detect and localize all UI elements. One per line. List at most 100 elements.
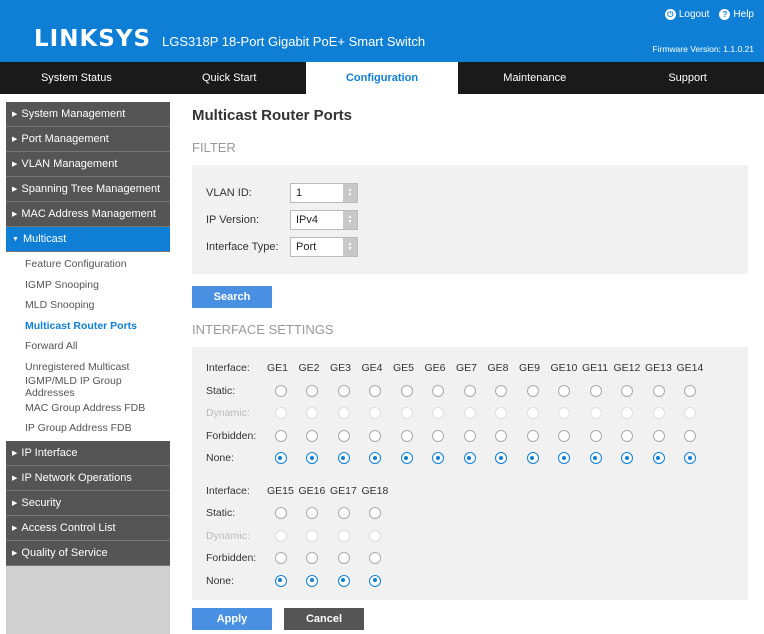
forbidden-radio[interactable] [400,429,413,442]
static-radio[interactable] [369,507,382,520]
tab-support[interactable]: Support [611,62,764,94]
submenu-mac-group-fdb[interactable]: MAC Group Address FDB [6,398,170,419]
forbidden-radio[interactable] [589,429,602,442]
static-radio[interactable] [337,507,350,520]
none-radio[interactable] [495,452,508,465]
none-radio[interactable] [621,452,634,465]
sidebar-item-port-management[interactable]: ▶ Port Management [6,127,170,152]
port-header: GE11 [582,362,609,375]
port-cell [643,429,675,442]
sidebar-item-ip-interface[interactable]: ▶ IP Interface [6,440,170,466]
none-radio[interactable] [306,452,319,465]
static-radio[interactable] [432,384,445,397]
none-radio[interactable] [432,452,445,465]
logout-link[interactable]: ⏻ Logout [664,9,709,20]
port-row-interface: Interface: GE15 GE16 GE17 GE18 [206,480,734,503]
static-radio[interactable] [274,507,287,520]
submenu-feature-configuration[interactable]: Feature Configuration [6,254,170,275]
dynamic-radio [369,529,382,542]
submenu-ip-group-fdb[interactable]: IP Group Address FDB [6,418,170,439]
search-button[interactable]: Search [192,286,272,308]
apply-button[interactable]: Apply [192,608,272,630]
cancel-button[interactable]: Cancel [284,608,364,630]
sidebar-item-spanning-tree[interactable]: ▶ Spanning Tree Management [6,177,170,202]
tab-quick-start[interactable]: Quick Start [153,62,306,94]
submenu-igmp-snooping[interactable]: IGMP Snooping [6,275,170,296]
tab-system-status[interactable]: System Status [0,62,153,94]
submenu-forward-all[interactable]: Forward All [6,336,170,357]
help-link[interactable]: ? Help [719,9,754,20]
forbidden-radio[interactable] [369,429,382,442]
static-radio[interactable] [400,384,413,397]
static-radio[interactable] [558,384,571,397]
static-radio[interactable] [684,384,697,397]
forbidden-radio[interactable] [274,429,287,442]
forbidden-radio[interactable] [558,429,571,442]
port-cell [643,407,675,420]
forbidden-radio[interactable] [306,429,319,442]
static-radio[interactable] [526,384,539,397]
none-radio[interactable] [558,452,571,465]
sidebar-item-ip-network-ops[interactable]: ▶ IP Network Operations [6,465,170,491]
port-row-forbidden: Forbidden: [206,547,734,570]
static-radio[interactable] [652,384,665,397]
submenu-multicast-router-ports[interactable]: Multicast Router Ports [6,316,170,337]
forbidden-radio[interactable] [432,429,445,442]
sidebar-item-system-management[interactable]: ▶ System Management [6,102,170,127]
static-radio[interactable] [337,384,350,397]
ip-version-select[interactable]: IPv4 ▲ ▼ [290,209,358,230]
interface-type-select[interactable]: Port ▲ ▼ [290,236,358,257]
none-radio[interactable] [684,452,697,465]
forbidden-radio[interactable] [369,552,382,565]
none-radio[interactable] [274,574,287,587]
tab-maintenance[interactable]: Maintenance [458,62,611,94]
none-radio[interactable] [400,452,413,465]
submenu-igmp-mld-groups[interactable]: IGMP/MLD IP Group Addresses [6,375,170,399]
sidebar-item-qos[interactable]: ▶ Quality of Service [6,540,170,566]
static-radio[interactable] [306,507,319,520]
forbidden-radio[interactable] [495,429,508,442]
none-radio[interactable] [463,452,476,465]
submenu-unregistered-multicast[interactable]: Unregistered Multicast [6,357,170,378]
tab-configuration[interactable]: Configuration [305,62,459,94]
static-radio[interactable] [495,384,508,397]
forbidden-radio[interactable] [526,429,539,442]
forbidden-radio[interactable] [337,552,350,565]
static-radio[interactable] [621,384,634,397]
page-title: Multicast Router Ports [192,107,353,124]
none-radio[interactable] [337,574,350,587]
row-label-none: None: [206,574,235,587]
none-radio[interactable] [652,452,665,465]
none-radio[interactable] [274,452,287,465]
none-radio[interactable] [369,452,382,465]
vlan-id-select[interactable]: 1 ▲ ▼ [290,182,358,203]
sidebar-item-security[interactable]: ▶ Security [6,490,170,516]
forbidden-radio[interactable] [306,552,319,565]
port-cell [328,574,360,587]
dynamic-radio [652,407,665,420]
forbidden-radio[interactable] [337,429,350,442]
none-radio[interactable] [589,452,602,465]
none-radio[interactable] [369,574,382,587]
port-cell [391,407,423,420]
static-radio[interactable] [589,384,602,397]
sidebar-item-mac-address[interactable]: ▶ MAC Address Management [6,202,170,227]
port-cell [612,407,644,420]
none-radio[interactable] [337,452,350,465]
static-radio[interactable] [306,384,319,397]
forbidden-radio[interactable] [463,429,476,442]
static-radio[interactable] [274,384,287,397]
static-radio[interactable] [369,384,382,397]
submenu-mld-snooping[interactable]: MLD Snooping [6,295,170,316]
none-radio[interactable] [306,574,319,587]
static-radio[interactable] [463,384,476,397]
sidebar-item-vlan-management[interactable]: ▶ VLAN Management [6,152,170,177]
forbidden-radio[interactable] [652,429,665,442]
forbidden-radio[interactable] [621,429,634,442]
forbidden-radio[interactable] [274,552,287,565]
port-cell [265,507,297,520]
forbidden-radio[interactable] [684,429,697,442]
none-radio[interactable] [526,452,539,465]
sidebar-item-acl[interactable]: ▶ Access Control List [6,515,170,541]
sidebar-item-multicast[interactable]: ▼ Multicast [6,227,170,252]
